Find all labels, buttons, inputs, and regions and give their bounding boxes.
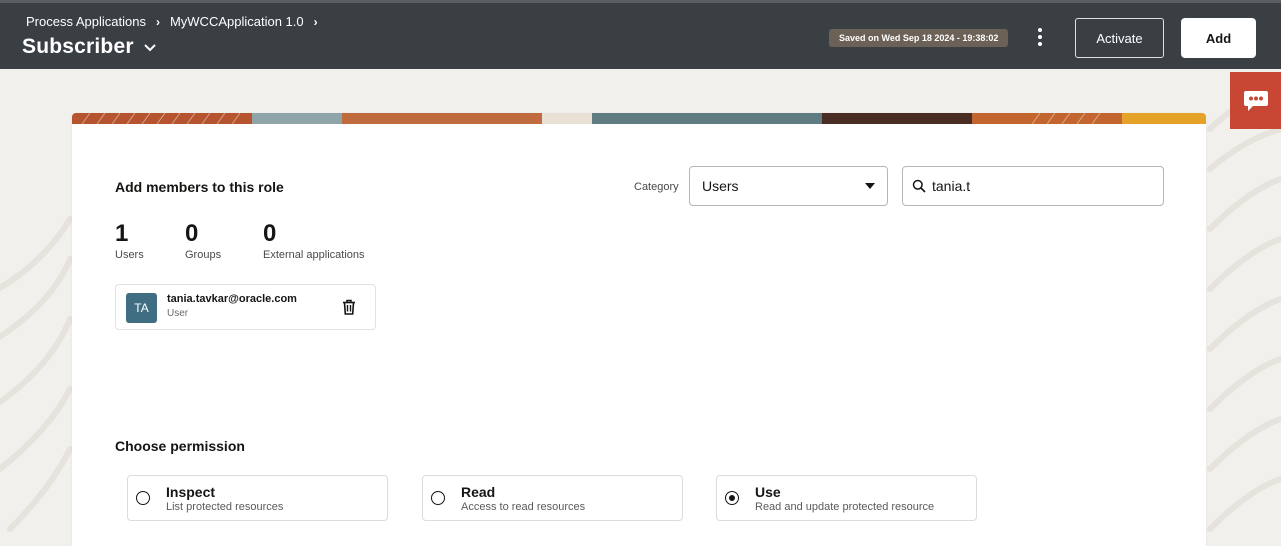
groups-count-label: Groups [185, 249, 222, 261]
app-header: Process Applications › MyWCCApplication … [0, 0, 1281, 69]
decorative-banner [72, 113, 1206, 124]
permission-description: Access to read resources [461, 501, 586, 513]
category-select-value: Users [702, 178, 739, 194]
activate-button[interactable]: Activate [1075, 18, 1164, 58]
chat-tab[interactable] [1230, 72, 1281, 129]
category-label: Category [634, 181, 679, 193]
permission-description: List protected resources [166, 501, 284, 513]
more-options-icon[interactable] [1032, 25, 1048, 49]
chevron-right-icon: › [155, 14, 160, 29]
radio-read[interactable] [431, 491, 445, 505]
member-type: User [167, 308, 189, 319]
search-icon [912, 179, 926, 193]
caret-down-icon [865, 183, 875, 189]
chat-bubble-icon [1243, 90, 1268, 111]
saved-status-badge: Saved on Wed Sep 18 2024 - 19:38:02 [829, 29, 1009, 47]
external-apps-count-label: External applications [263, 249, 365, 261]
breadcrumb-application[interactable]: MyWCCApplication 1.0 [170, 14, 304, 29]
permission-option-inspect[interactable]: Inspect List protected resources [127, 475, 388, 521]
radio-inspect[interactable] [136, 491, 150, 505]
breadcrumb: Process Applications › MyWCCApplication … [26, 14, 322, 29]
member-email: tania.tavkar@oracle.com [167, 293, 297, 305]
page-title-switcher[interactable]: Subscriber [22, 35, 156, 59]
users-count-label: Users [115, 249, 144, 261]
add-button[interactable]: Add [1181, 18, 1256, 58]
permission-label: Use [755, 484, 781, 500]
radio-use[interactable] [725, 491, 739, 505]
members-section-title: Add members to this role [115, 179, 284, 195]
avatar: TA [126, 293, 157, 323]
member-search-input[interactable] [932, 178, 1152, 194]
chevron-down-icon [144, 44, 156, 52]
breadcrumb-process-applications[interactable]: Process Applications [26, 14, 146, 29]
permission-label: Inspect [166, 484, 216, 500]
permission-label: Read [461, 484, 496, 500]
permission-section-title: Choose permission [115, 438, 245, 454]
groups-count-value: 0 [185, 220, 199, 247]
role-members-card: Add members to this role Category Users … [72, 113, 1206, 546]
external-apps-count-value: 0 [263, 220, 277, 247]
users-count: 1 Users [115, 220, 144, 261]
permission-option-use[interactable]: Use Read and update protected resource [716, 475, 977, 521]
groups-count: 0 Groups [185, 220, 221, 261]
selected-member-chip: TA tania.tavkar@oracle.com User [115, 284, 376, 330]
permission-option-read[interactable]: Read Access to read resources [422, 475, 683, 521]
trash-icon[interactable] [340, 298, 358, 316]
member-search-field[interactable] [902, 166, 1164, 206]
users-count-value: 1 [115, 220, 129, 247]
chevron-right-icon: › [313, 14, 318, 29]
page-title: Subscriber [22, 35, 134, 58]
category-select[interactable]: Users [689, 166, 888, 206]
permission-description: Read and update protected resource [755, 501, 935, 513]
external-apps-count: 0 External applications [263, 220, 365, 261]
